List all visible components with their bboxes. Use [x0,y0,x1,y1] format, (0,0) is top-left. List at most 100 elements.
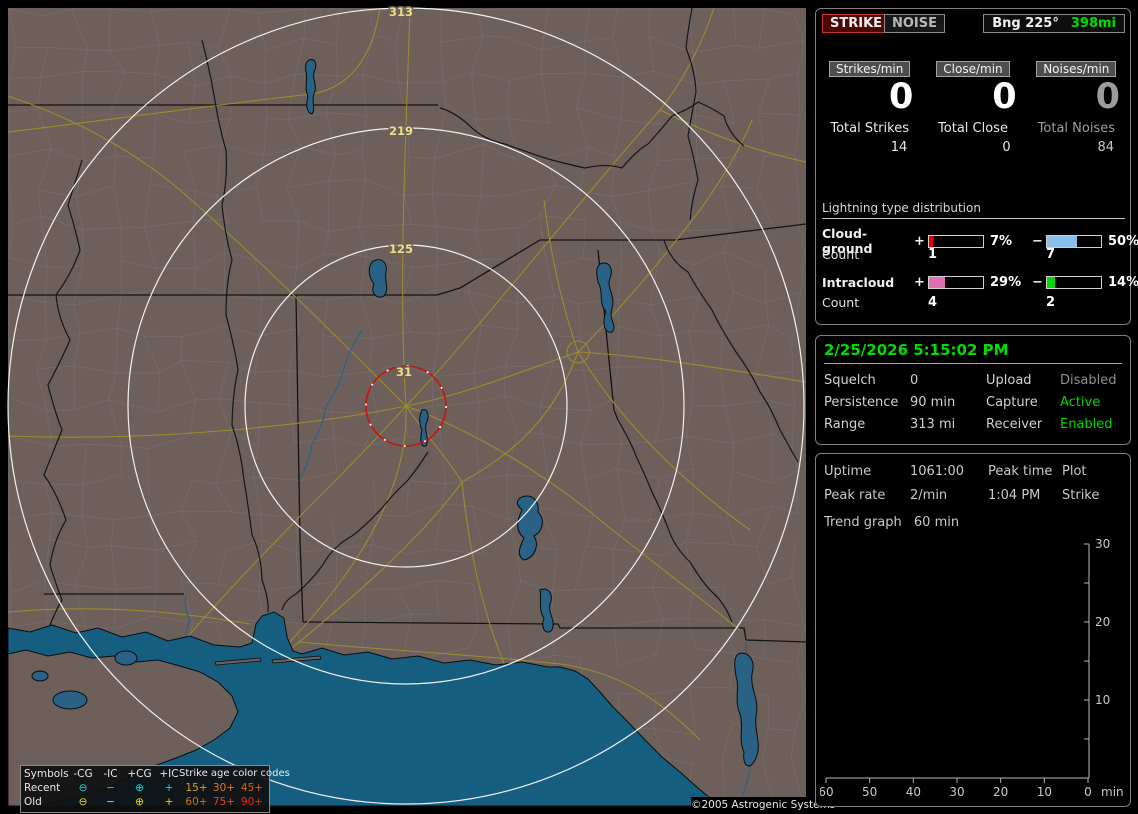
close-per-min-column: Close/min 0 Total Close 0 [925,61,1020,155]
neg-ic-symbol-icon: − [106,782,115,794]
intracloud-row: Intracloud + 29% − 14% [822,274,1138,291]
upload-label: Upload [986,373,1032,388]
lightning-distribution: Lightning type distribution Cloud-ground… [822,201,1138,322]
legend-symbols-header: Symbols [24,768,69,780]
svg-text:20: 20 [1095,615,1110,629]
total-strikes-label: Total Strikes [830,121,909,136]
uptime-label: Uptime [824,464,872,479]
bearing-readout: Bng 225° 398mi [983,14,1125,33]
receiver-status: Enabled [1060,417,1113,432]
noises-per-min-chip[interactable]: Noises/min [1036,61,1117,77]
age-90: 90+ [240,796,264,808]
pos-cg-symbol-icon: ⊕ [135,782,144,794]
trend-graph-label-row: Trend graph 60 min [824,515,1122,530]
svg-text:40: 40 [906,785,921,799]
svg-text:0: 0 [1084,785,1092,799]
cg-plus-bar [928,234,984,248]
ring-label-31: 31 [396,365,412,379]
clock-timestamp: 2/25/2026 5:15:02 PM [824,341,1122,364]
neg-ic-symbol-icon: − [106,796,115,808]
ring-label-125: 125 [389,242,413,256]
neg-cg-symbol-icon: ⊖ [78,796,88,808]
ic-minus-pct: 14% [1108,275,1138,290]
legend-age-header: Strike age color codes [179,768,290,779]
ring-label-313: 313 [389,5,413,19]
intracloud-count-row: Count 4 2 [822,295,1125,310]
noise-button[interactable]: NOISE [884,14,946,33]
map-canvas: 313 219 125 31 [7,4,807,807]
count-label: Count [822,247,860,262]
plot-label: Plot [1062,464,1087,479]
ic-minus-bar [1046,276,1102,289]
trend-window-value: 60 min [913,515,960,530]
noises-per-min-value: 0 [1095,77,1120,117]
total-noises-value: 84 [1097,140,1114,155]
range-label: Range [824,417,866,432]
ic-minus-count: 2 [1046,295,1056,310]
cloud-ground-row: Cloud-ground + 7% − 50% [822,226,1138,256]
distribution-title: Lightning type distribution [822,201,1125,219]
svg-text:10: 10 [1095,693,1110,707]
svg-text:10: 10 [1037,785,1052,799]
bearing-distance: 398mi [1070,16,1116,31]
close-per-min-value: 0 [992,77,1017,117]
receiver-label: Receiver [986,417,1043,432]
svg-text:30: 30 [949,785,964,799]
plot-mode-value: Strike [1062,488,1100,503]
strike-button[interactable]: STRIKE [822,14,891,33]
lightning-map[interactable]: 313 219 125 31 Symbols -CG -IC +CG +IC S… [7,4,835,814]
legend-col-nic: -IC [103,768,118,780]
svg-text:60: 60 [820,785,834,799]
peak-rate-value: 2/min [910,488,948,503]
status-grid: Squelch 0 Upload Disabled Persistence 90… [824,373,1122,432]
strikes-per-min-chip[interactable]: Strikes/min [828,61,911,77]
age-60: 60+ [185,796,208,808]
strike-stats-panel: STRIKE NOISE Bng 225° 398mi Strikes/min 0… [815,8,1138,325]
legend-col-ncg: -CG [73,768,93,780]
noises-per-min-column: Noises/min 0 Total Noises 84 [1029,61,1124,155]
system-status-panel: 2/25/2026 5:15:02 PM Squelch 0 Upload Di… [815,335,1131,445]
pos-cg-symbol-icon: ⊕ [135,796,144,808]
legend-row-old-label: Old [24,796,42,808]
total-close-value: 0 [1002,140,1011,155]
cg-minus-bar [1046,234,1102,248]
peak-time-value: 1:04 PM [988,488,1041,503]
pos-ic-symbol-icon: + [164,782,174,794]
legend-row-recent-label: Recent [24,782,61,794]
minus-sign: − [1032,275,1043,290]
trend-graph: 30 20 10 60 50 40 30 20 10 0 min [820,537,1124,799]
rate-counters: Strikes/min 0 Total Strikes 14 Close/min… [822,61,1124,155]
legend-col-pcg: +CG [127,768,152,780]
ic-plus-pct: 29% [990,275,1022,290]
squelch-label: Squelch [824,373,876,388]
peak-rate-label: Peak rate [824,488,886,503]
age-15: 15+ [185,782,208,794]
age-30: 30+ [212,782,236,794]
total-noises-label: Total Noises [1037,121,1115,136]
ic-plus-bar [928,276,984,289]
pos-ic-symbol-icon: + [164,796,174,808]
upload-status: Disabled [1060,373,1117,388]
strikes-per-min-value: 0 [888,77,914,117]
age-75: 75+ [212,796,236,808]
intracloud-label: Intracloud [822,275,895,290]
close-per-min-chip[interactable]: Close/min [936,61,1010,77]
total-close-label: Total Close [938,121,1008,136]
capture-label: Capture [986,395,1038,410]
ring-label-219: 219 [389,124,413,138]
squelch-value: 0 [910,373,919,388]
total-strikes-value: 14 [890,140,908,155]
neg-cg-symbol-icon: ⊖ [78,782,88,794]
persistence-label: Persistence [824,395,899,410]
bearing-value: Bng 225° [992,16,1059,31]
svg-text:20: 20 [993,785,1008,799]
count-label: Count [822,295,860,310]
svg-text:30: 30 [1095,537,1110,551]
peak-time-label: Peak time [988,464,1053,479]
trend-panel: Uptime 1061:00 Peak time Plot Peak rate … [815,453,1131,807]
age-45: 45+ [240,782,264,794]
cloud-ground-count-row: Count 1 7 [822,247,1125,262]
cg-minus-count: 7 [1046,247,1056,262]
svg-text:min: min [1101,785,1124,799]
strikes-per-min-column: Strikes/min 0 Total Strikes 14 [822,61,917,155]
